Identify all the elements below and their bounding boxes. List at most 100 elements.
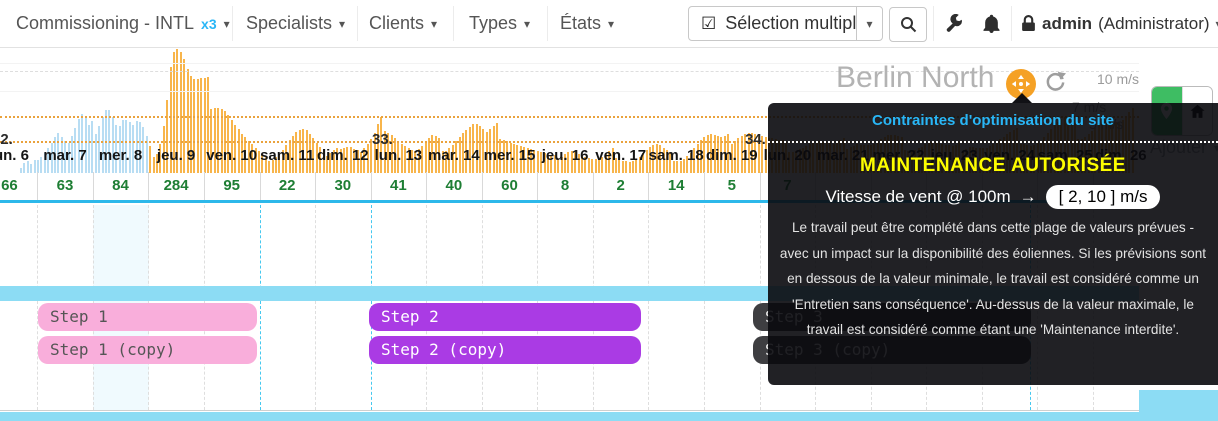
- scheduler-stage: Berlin North 32.33.34.10 m/s7 m/s5 m/slu…: [0, 0, 1218, 421]
- task-bar[interactable]: Step 2 (copy): [369, 336, 641, 364]
- wind-bar: [112, 117, 114, 173]
- search-icon: [900, 16, 917, 33]
- day-header[interactable]: lun. 13: [370, 147, 426, 164]
- tooltip-separator: [768, 141, 1218, 143]
- menu-specialists[interactable]: Specialists ▾: [246, 0, 345, 47]
- menu-label: Clients: [369, 13, 424, 34]
- day-task-count[interactable]: 284: [148, 177, 204, 194]
- wind-bar: [227, 115, 229, 173]
- day-header[interactable]: mer. 15: [482, 147, 538, 164]
- lock-icon: [1021, 15, 1036, 32]
- user-menu[interactable]: admin (Administrator) ▾: [1021, 0, 1218, 47]
- project-menu[interactable]: Commissioning - INTL x3 ▾: [16, 0, 230, 47]
- search-button[interactable]: [889, 7, 927, 42]
- week-number-label: 33.: [372, 131, 393, 148]
- day-task-count[interactable]: 84: [93, 177, 149, 194]
- tooltip-description: Le travail peut être complété dans cette…: [778, 215, 1208, 343]
- day-header[interactable]: mer. 8: [93, 147, 149, 164]
- nav-separator: [453, 6, 454, 41]
- wind-bar: [78, 119, 80, 173]
- group-row-strip-bottom: [0, 412, 1218, 421]
- menu-label: Specialists: [246, 13, 332, 34]
- day-task-count[interactable]: 14: [648, 177, 704, 194]
- menu-label: États: [560, 13, 601, 34]
- nav-separator: [232, 6, 233, 41]
- task-bar[interactable]: Step 2: [369, 303, 641, 331]
- wind-speed-scale-label: 10 m/s: [1097, 71, 1139, 87]
- day-header[interactable]: ven. 17: [593, 147, 649, 164]
- arrow-right-icon: →: [1020, 187, 1037, 207]
- day-header[interactable]: sam. 11: [259, 147, 315, 164]
- menu-types[interactable]: Types ▾: [469, 0, 530, 47]
- day-gridline: [704, 205, 705, 410]
- user-role: (Administrator): [1098, 14, 1209, 34]
- day-task-count[interactable]: 95: [204, 177, 260, 194]
- multi-select-button[interactable]: ☑ Sélection multiple: [688, 6, 879, 41]
- day-header[interactable]: dim. 19: [704, 147, 760, 164]
- day-task-count[interactable]: 5: [704, 177, 760, 194]
- wind-constraint-row: Vitesse de vent @ 100m → [ 2, 10 ] m/s: [768, 185, 1218, 209]
- wind-range-badge: [ 2, 10 ] m/s: [1046, 185, 1161, 209]
- week-number-label: 34.: [745, 131, 766, 148]
- chevron-down-icon: ▾: [524, 18, 530, 30]
- day-header[interactable]: jeu. 16: [537, 147, 593, 164]
- right-edge-strip: [1139, 390, 1218, 421]
- chevron-down-icon: ▾: [339, 18, 345, 30]
- menu-label: Types: [469, 13, 517, 34]
- multi-select-dropdown-button[interactable]: ▾: [856, 6, 883, 41]
- refresh-icon[interactable]: [1044, 70, 1067, 98]
- day-header[interactable]: lun. 6: [0, 147, 37, 164]
- wind-bar: [30, 164, 32, 173]
- site-title: Berlin North: [836, 61, 994, 95]
- project-count-badge: x3: [201, 16, 217, 32]
- tooltip-arrow: [1012, 93, 1032, 103]
- day-header[interactable]: mar. 14: [426, 147, 482, 164]
- bottom-divider: [0, 410, 1139, 411]
- chevron-down-icon: ▾: [608, 18, 614, 30]
- day-header[interactable]: sam. 18: [648, 147, 704, 164]
- chevron-down-icon: ▾: [431, 18, 437, 30]
- chevron-down-icon: ▾: [224, 18, 230, 30]
- nav-separator: [933, 6, 934, 41]
- nav-separator: [547, 6, 548, 41]
- day-header[interactable]: dim. 12: [315, 147, 371, 164]
- wind-bar: [81, 114, 83, 173]
- wind-constraint-label: Vitesse de vent @ 100m: [826, 187, 1011, 207]
- move-crosshair-icon: [1011, 74, 1031, 94]
- chevron-down-icon: ▾: [866, 18, 872, 30]
- day-task-count[interactable]: 60: [482, 177, 538, 194]
- day-task-count[interactable]: 63: [37, 177, 93, 194]
- nav-separator: [1011, 6, 1012, 41]
- checkbox-checked-icon: ☑: [701, 15, 716, 32]
- site-constraints-tooltip: Contraintes d'optimisation du site MAINT…: [768, 103, 1218, 385]
- day-task-count[interactable]: 30: [315, 177, 371, 194]
- task-bar[interactable]: Step 1: [38, 303, 257, 331]
- project-label: Commissioning - INTL: [16, 13, 194, 34]
- snap-gridline: [260, 205, 261, 410]
- multi-select-label: Sélection multiple: [725, 13, 866, 34]
- day-task-count[interactable]: 41: [370, 177, 426, 194]
- tooltip-title: Contraintes d'optimisation du site: [768, 112, 1218, 129]
- maintenance-status-heading: MAINTENANCE AUTORISÉE: [768, 155, 1218, 177]
- day-task-count[interactable]: 66: [0, 177, 37, 194]
- wind-bar: [85, 118, 87, 173]
- day-header[interactable]: ven. 10: [204, 147, 260, 164]
- wrench-icon: [944, 14, 963, 33]
- day-gridline: [315, 205, 316, 410]
- user-name: admin: [1042, 14, 1092, 34]
- day-task-count[interactable]: 8: [537, 177, 593, 194]
- day-task-count[interactable]: 2: [593, 177, 649, 194]
- notifications-button[interactable]: [983, 0, 1000, 47]
- task-bar[interactable]: Step 1 (copy): [38, 336, 257, 364]
- nav-separator: [357, 6, 358, 41]
- day-task-count[interactable]: 40: [426, 177, 482, 194]
- day-header[interactable]: jeu. 9: [148, 147, 204, 164]
- menu-etats[interactable]: États ▾: [560, 0, 614, 47]
- menu-clients[interactable]: Clients ▾: [369, 0, 437, 47]
- settings-button[interactable]: [944, 0, 963, 47]
- wind-bar: [20, 168, 22, 173]
- wind-bar: [102, 117, 104, 173]
- day-header[interactable]: mar. 7: [37, 147, 93, 164]
- day-task-count[interactable]: 22: [259, 177, 315, 194]
- day-gridline: [648, 205, 649, 410]
